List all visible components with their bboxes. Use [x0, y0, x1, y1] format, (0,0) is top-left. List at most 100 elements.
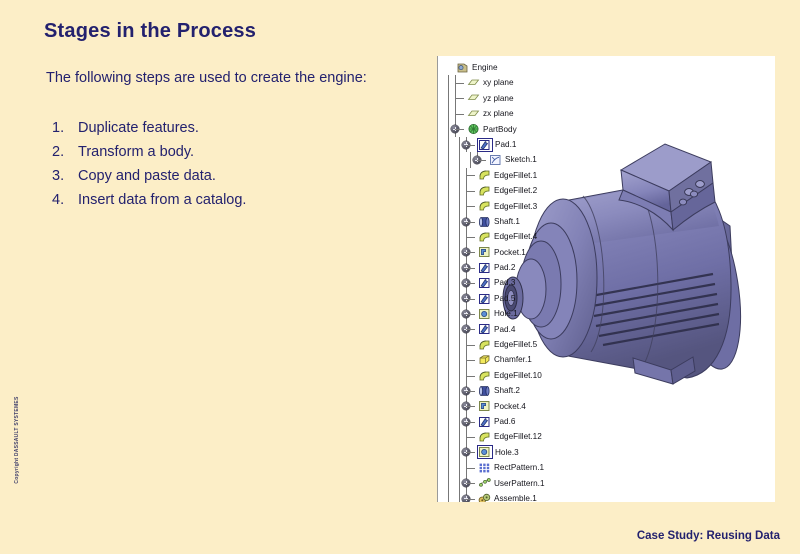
tree-expand-toggle[interactable]	[464, 383, 477, 398]
hole-icon	[478, 446, 492, 458]
tree-expand-toggle[interactable]	[464, 260, 477, 275]
tree-node-pad-3[interactable]: Pad.3	[442, 275, 549, 290]
tree-node-edgefillet-1[interactable]: EdgeFillet.1	[442, 168, 549, 183]
tree-indent	[442, 214, 453, 229]
tree-node-pad-5[interactable]: Pad.5	[442, 291, 549, 306]
chamfer-icon	[478, 354, 491, 366]
step-number: 2.	[52, 140, 78, 164]
expand-plus-icon[interactable]	[462, 294, 470, 302]
step-text: Duplicate features.	[78, 116, 199, 140]
tree-node-pad-4[interactable]: Pad.4	[442, 322, 549, 337]
tree-expand-toggle[interactable]	[464, 245, 477, 260]
tree-node-hole-1[interactable]: Hole.1	[442, 306, 549, 321]
tree-node-hole-3[interactable]: Hole.3	[442, 445, 549, 460]
tree-node-userpattern-1[interactable]: UserPattern.1	[442, 476, 549, 491]
tree-expand-toggle[interactable]	[453, 122, 466, 137]
tree-connector	[464, 183, 477, 198]
tree-node-xy-plane[interactable]: xy plane	[442, 75, 549, 90]
intro-text: The following steps are used to create t…	[46, 70, 367, 86]
edgefillet-icon	[478, 339, 491, 351]
tree-node-label: EdgeFillet.12	[491, 429, 542, 444]
tree-indent	[442, 491, 453, 502]
expand-plus-icon[interactable]	[462, 248, 470, 256]
tree-indent	[442, 152, 453, 167]
expand-plus-icon[interactable]	[462, 402, 470, 410]
expand-plus-icon[interactable]	[462, 218, 470, 226]
tree-node-pocket-1[interactable]: Pocket.1	[442, 245, 549, 260]
tree-node-engine[interactable]: Engine	[442, 60, 549, 75]
tree-indent	[442, 75, 453, 90]
tree-indent	[453, 168, 464, 183]
tree-indent	[442, 260, 453, 275]
expand-plus-icon[interactable]	[462, 279, 470, 287]
tree-node-label: Shaft.1	[491, 214, 520, 229]
tree-node-label: Pocket.4	[491, 399, 526, 414]
tree-indent	[442, 414, 453, 429]
expand-plus-icon[interactable]	[462, 310, 470, 318]
expand-plus-icon[interactable]	[451, 125, 459, 133]
specification-tree[interactable]: Enginexy planeyz planezx planePartBodyPa…	[442, 60, 549, 502]
tree-node-edgefillet-12[interactable]: EdgeFillet.12	[442, 429, 549, 444]
tree-connector	[464, 429, 477, 444]
tree-node-label: Pad.3	[491, 275, 515, 290]
tree-node-chamfer-1[interactable]: Chamfer.1	[442, 352, 549, 367]
tree-node-edgefillet-4[interactable]: EdgeFillet.4	[442, 229, 549, 244]
tree-node-shaft-1[interactable]: Shaft.1	[442, 214, 549, 229]
tree-node-edgefillet-10[interactable]: EdgeFillet.10	[442, 368, 549, 383]
edgefillet-icon	[478, 200, 491, 212]
tree-node-partbody[interactable]: PartBody	[442, 122, 549, 137]
tree-expand-toggle[interactable]	[464, 137, 477, 152]
expand-plus-icon[interactable]	[462, 141, 470, 149]
expand-plus-icon[interactable]	[462, 418, 470, 426]
tree-node-zx-plane[interactable]: zx plane	[442, 106, 549, 121]
tree-indent	[442, 337, 453, 352]
tree-node-edgefillet-5[interactable]: EdgeFillet.5	[442, 337, 549, 352]
tree-expand-toggle[interactable]	[464, 214, 477, 229]
expand-plus-icon[interactable]	[473, 156, 481, 164]
expand-plus-icon[interactable]	[462, 479, 470, 487]
tree-expand-toggle[interactable]	[464, 476, 477, 491]
tree-node-pad-2[interactable]: Pad.2	[442, 260, 549, 275]
tree-node-edgefillet-3[interactable]: EdgeFillet.3	[442, 199, 549, 214]
assemble-icon	[478, 493, 491, 502]
expand-plus-icon[interactable]	[462, 495, 470, 502]
tree-connector	[464, 229, 477, 244]
tree-node-pad-6[interactable]: Pad.6	[442, 414, 549, 429]
tree-node-edgefillet-2[interactable]: EdgeFillet.2	[442, 183, 549, 198]
tree-expand-toggle[interactable]	[475, 152, 488, 167]
tree-expand-toggle[interactable]	[464, 275, 477, 290]
tree-node-pad-1[interactable]: Pad.1	[442, 137, 549, 152]
expand-plus-icon[interactable]	[462, 448, 470, 456]
steps-list: 1.Duplicate features.2.Transform a body.…	[52, 116, 246, 212]
tree-node-label: Chamfer.1	[491, 352, 532, 367]
tree-node-yz-plane[interactable]: yz plane	[442, 91, 549, 106]
tree-node-label: Pad.4	[491, 322, 515, 337]
tree-node-label: EdgeFillet.1	[491, 168, 537, 183]
tree-node-shaft-2[interactable]: Shaft.2	[442, 383, 549, 398]
hole-icon	[478, 308, 491, 320]
expand-plus-icon[interactable]	[462, 264, 470, 272]
tree-expand-toggle[interactable]	[464, 322, 477, 337]
tree-indent	[442, 245, 453, 260]
tree-indent	[442, 291, 453, 306]
tree-expand-toggle[interactable]	[464, 491, 477, 502]
tree-node-pocket-4[interactable]: Pocket.4	[442, 399, 549, 414]
tree-indent	[442, 199, 453, 214]
tree-node-sketch-1[interactable]: Sketch.1	[442, 152, 549, 167]
tree-expand-toggle[interactable]	[464, 399, 477, 414]
tree-indent	[442, 445, 453, 460]
tree-expand-toggle[interactable]	[464, 291, 477, 306]
tree-expand-toggle[interactable]	[464, 445, 477, 460]
tree-indent	[442, 137, 453, 152]
plane-icon	[467, 77, 480, 89]
expand-plus-icon[interactable]	[462, 325, 470, 333]
tree-node-rectpattern-1[interactable]: RectPattern.1	[442, 460, 549, 475]
tree-indent	[442, 476, 453, 491]
shaft-icon	[478, 216, 491, 228]
tree-node-assemble-1[interactable]: Assemble.1	[442, 491, 549, 502]
expand-plus-icon[interactable]	[462, 387, 470, 395]
tree-expand-toggle[interactable]	[464, 306, 477, 321]
pad-icon	[478, 416, 491, 428]
step-item: 1.Duplicate features.	[52, 116, 246, 140]
tree-expand-toggle[interactable]	[464, 414, 477, 429]
